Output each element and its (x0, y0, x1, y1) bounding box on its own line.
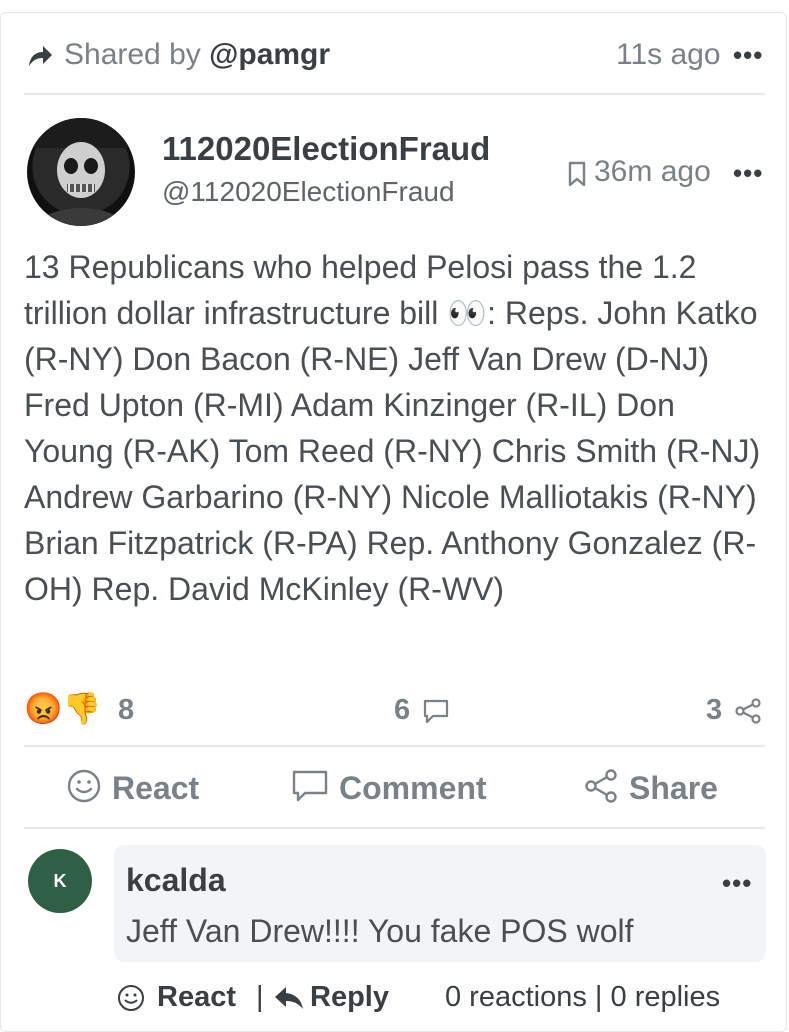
shared-by-line: Shared by @pamgr (64, 36, 330, 74)
reaction-count[interactable]: 8 (118, 694, 134, 727)
comment-react-button[interactable]: React (157, 981, 236, 1014)
shared-by-label: Shared by (64, 38, 201, 71)
share-arrow-icon (26, 42, 54, 70)
reaction-emojis[interactable]: 😡👎 (24, 690, 101, 727)
share-time: 11s ago (616, 38, 721, 71)
comment-bubble-icon (291, 768, 329, 809)
header-divider (24, 93, 765, 95)
comment-separator: | (256, 981, 264, 1013)
author-handle[interactable]: @112020ElectionFraud (162, 176, 455, 208)
comment-count[interactable]: 6 (394, 694, 410, 727)
shared-by-user[interactable]: @pamgr (209, 38, 330, 71)
share-button[interactable]: Share (583, 768, 718, 808)
comment-reply-button[interactable]: Reply (310, 981, 389, 1014)
comment-more-button[interactable]: ••• (722, 868, 752, 899)
header-more-button[interactable]: ••• (733, 40, 763, 71)
post-body: 13 Republicans who helped Pelosi pass th… (24, 249, 761, 607)
post-time: 36m ago (594, 155, 711, 188)
comment-bubble-icon[interactable] (421, 697, 451, 725)
comment-label: Comment (339, 769, 487, 806)
share-count[interactable]: 3 (706, 694, 722, 727)
comment-button[interactable]: Comment (291, 768, 487, 808)
stats-divider (24, 745, 765, 747)
reply-arrow-icon[interactable] (273, 984, 305, 1012)
post-more-button[interactable]: ••• (733, 158, 763, 189)
smiley-icon[interactable] (116, 983, 146, 1013)
comment-text: Jeff Van Drew!!!! You fake POS wolf (126, 913, 634, 949)
smiley-icon (66, 768, 102, 809)
actions-divider (24, 827, 765, 829)
share-label: Share (629, 769, 718, 806)
comment-author[interactable]: kcalda (126, 862, 226, 899)
react-button[interactable]: React (66, 768, 199, 808)
comment-avatar[interactable]: K (28, 849, 92, 913)
share-nodes-icon[interactable] (733, 697, 763, 725)
share-nodes-icon (583, 768, 619, 809)
author-name[interactable]: 112020ElectionFraud (162, 130, 490, 168)
author-avatar[interactable] (27, 118, 135, 226)
react-label: React (112, 769, 200, 806)
comment-summary: 0 reactions | 0 replies (445, 981, 721, 1013)
bookmark-icon[interactable] (566, 160, 588, 188)
